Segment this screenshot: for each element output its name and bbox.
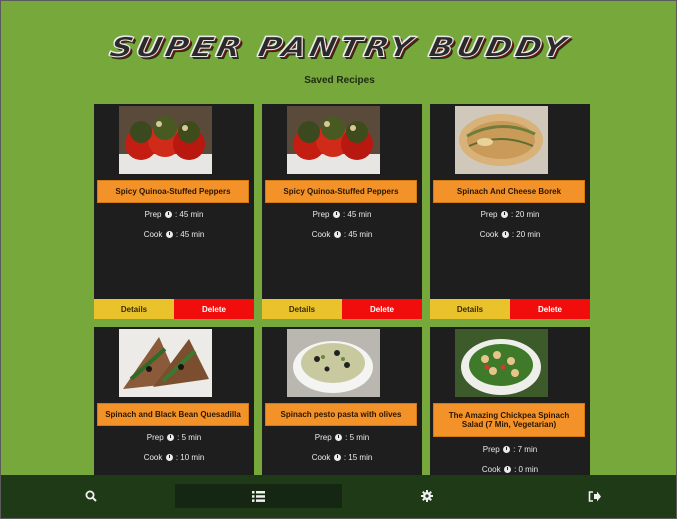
- cook-time: Cook : 0 min: [481, 465, 539, 474]
- nav-settings-button[interactable]: [343, 484, 510, 508]
- recipe-image: [287, 329, 380, 397]
- app-logo: SUPER PANTRY BUDDY: [106, 30, 573, 64]
- cook-time: Cook : 45 min: [311, 230, 373, 239]
- recipe-card: Spinach pesto pasta with olives Prep : 5…: [262, 327, 422, 487]
- prep-time: Prep : 7 min: [482, 445, 538, 454]
- recipe-title: The Amazing Chickpea Spinach Salad (7 Mi…: [433, 403, 585, 437]
- cook-time: Cook : 45 min: [143, 230, 205, 239]
- clock-icon: [333, 454, 341, 461]
- sign-out-icon: [588, 490, 601, 502]
- clock-icon: [503, 466, 511, 473]
- prep-time: Prep : 45 min: [312, 210, 372, 219]
- search-icon: [85, 490, 97, 502]
- cook-time: Cook : 15 min: [311, 453, 373, 462]
- gear-icon: [420, 490, 433, 502]
- clock-icon: [164, 211, 172, 218]
- recipe-card: Spinach And Cheese Borek Prep : 20 min C…: [430, 104, 590, 319]
- clock-icon: [501, 231, 509, 238]
- recipe-title: Spinach And Cheese Borek: [433, 180, 585, 203]
- delete-button[interactable]: Delete: [342, 299, 422, 319]
- prep-time: Prep : 5 min: [314, 433, 370, 442]
- app-frame: SUPER PANTRY BUDDY Saved Recipes Spicy Q…: [0, 0, 677, 519]
- clock-icon: [165, 231, 173, 238]
- clock-icon: [500, 211, 508, 218]
- prep-time: Prep : 20 min: [480, 210, 540, 219]
- clock-icon: [333, 231, 341, 238]
- recipe-card: The Amazing Chickpea Spinach Salad (7 Mi…: [430, 327, 590, 487]
- recipe-card: Spicy Quinoa-Stuffed Peppers Prep : 45 m…: [262, 104, 422, 319]
- recipe-image: [119, 329, 212, 397]
- clock-icon: [502, 446, 510, 453]
- delete-button[interactable]: Delete: [174, 299, 254, 319]
- cook-time: Cook : 10 min: [143, 453, 205, 462]
- cook-time: Cook : 20 min: [479, 230, 541, 239]
- nav-logout-button[interactable]: [511, 484, 676, 508]
- recipe-image: [119, 106, 212, 174]
- clock-icon: [166, 434, 174, 441]
- details-button[interactable]: Details: [430, 299, 510, 319]
- prep-time: Prep : 5 min: [146, 433, 202, 442]
- clock-icon: [165, 454, 173, 461]
- recipe-title: Spinach and Black Bean Quesadilla: [97, 403, 249, 426]
- recipe-card: Spinach and Black Bean Quesadilla Prep :…: [94, 327, 254, 487]
- clock-icon: [334, 434, 342, 441]
- prep-time: Prep : 45 min: [144, 210, 204, 219]
- clock-icon: [332, 211, 340, 218]
- details-button[interactable]: Details: [94, 299, 174, 319]
- list-icon: [252, 490, 265, 502]
- details-button[interactable]: Details: [262, 299, 342, 319]
- recipe-card: Spicy Quinoa-Stuffed Peppers Prep : 45 m…: [94, 104, 254, 319]
- bottom-navbar: [1, 475, 676, 518]
- recipe-image: [455, 106, 548, 174]
- recipe-image: [287, 106, 380, 174]
- recipe-title: Spinach pesto pasta with olives: [265, 403, 417, 426]
- delete-button[interactable]: Delete: [510, 299, 590, 319]
- recipe-image: [455, 329, 548, 397]
- nav-saved-list-button[interactable]: [175, 484, 342, 508]
- nav-search-button[interactable]: [7, 484, 174, 508]
- recipe-title: Spicy Quinoa-Stuffed Peppers: [265, 180, 417, 203]
- page-title: Saved Recipes: [304, 75, 375, 86]
- recipe-title: Spicy Quinoa-Stuffed Peppers: [97, 180, 249, 203]
